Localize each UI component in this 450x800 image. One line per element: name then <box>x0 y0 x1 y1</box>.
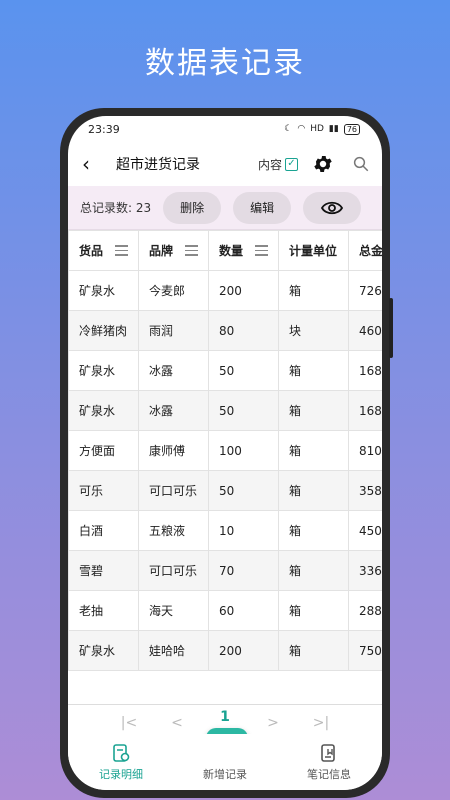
status-time: 23:39 <box>88 122 120 136</box>
content-checkbox[interactable]: ✓ <box>285 157 298 171</box>
promo-title: 数据表记录 <box>145 46 305 81</box>
page-title: 超市进货记录 <box>116 157 200 173</box>
record-count: 总记录数: 23 <box>80 201 152 215</box>
column-header[interactable]: 数量 <box>208 230 279 271</box>
column-menu-icon[interactable] <box>255 245 268 259</box>
wifi-icon: ◠ <box>297 124 306 134</box>
records-icon <box>113 744 130 762</box>
phone-frame: 23:39 ☾ ◠ HD ▮▮ 76 ‹ 超市进货记录 内容 ✓ 总记录数: 2… <box>60 108 393 798</box>
table-row[interactable]: 白酒 五粮液 10 箱 450 <box>68 510 382 551</box>
data-table: 货品 品牌 数量 计量单位 总金 矿泉水 今麦郎 200 箱 726 冷鲜猪肉 雨润 80 块… <box>68 230 382 671</box>
column-header[interactable]: 计量单位 <box>278 230 349 271</box>
settings-gear-icon[interactable] <box>312 153 334 175</box>
notes-icon <box>321 744 335 762</box>
last-page-button[interactable]: >| <box>297 715 345 731</box>
nav-notes[interactable]: 笔记信息 <box>294 743 364 782</box>
table-header-row: 货品 品牌 数量 计量单位 总金 <box>68 230 382 271</box>
data-table-container: 货品 品牌 数量 计量单位 总金 矿泉水 今麦郎 200 箱 726 冷鲜猪肉 雨润 80 块… <box>68 230 382 685</box>
nav-records[interactable]: 记录明细 <box>86 743 156 782</box>
back-arrow-icon[interactable]: ‹ <box>82 152 104 176</box>
table-row[interactable]: 矿泉水 冰露 50 箱 168 <box>68 390 382 431</box>
content-toggle[interactable]: 内容 ✓ <box>258 156 298 173</box>
next-page-button[interactable]: > <box>249 715 297 731</box>
table-row[interactable]: 矿泉水 娃哈哈 200 箱 750 <box>68 630 382 671</box>
bottom-nav: 记录明细 新增记录 笔记信息 <box>68 734 382 790</box>
column-header[interactable]: 总金 <box>348 230 382 271</box>
status-icons: ☾ ◠ HD ▮▮ 76 <box>284 123 360 135</box>
content-label: 内容 <box>257 157 282 172</box>
column-header[interactable]: 品牌 <box>138 230 209 271</box>
first-page-button[interactable]: |< <box>105 715 153 731</box>
view-button[interactable] <box>303 191 362 224</box>
status-bar: 23:39 ☾ ◠ HD ▮▮ 76 <box>68 116 382 142</box>
column-menu-icon[interactable] <box>185 245 198 259</box>
eye-icon <box>321 201 344 214</box>
table-row[interactable]: 冷鲜猪肉 雨润 80 块 460 <box>68 310 382 351</box>
nav-add-label: 新增记录 <box>203 768 247 781</box>
delete-button[interactable]: 删除 <box>163 191 222 224</box>
column-menu-icon[interactable] <box>115 245 128 259</box>
signal-icon: ▮▮ <box>328 124 339 134</box>
column-header[interactable]: 货品 <box>68 230 139 271</box>
battery-icon: 76 <box>343 123 360 135</box>
nav-add[interactable]: 新增记录 <box>190 766 260 782</box>
hd-signal-icon: HD <box>310 124 324 134</box>
table-row[interactable]: 矿泉水 今麦郎 200 箱 726 <box>68 270 382 311</box>
nav-notes-label: 笔记信息 <box>307 768 351 781</box>
search-icon[interactable] <box>352 155 370 173</box>
nav-records-label: 记录明细 <box>99 768 143 781</box>
app-screen: 23:39 ☾ ◠ HD ▮▮ 76 ‹ 超市进货记录 内容 ✓ 总记录数: 2… <box>68 116 382 790</box>
table-row[interactable]: 老抽 海天 60 箱 288 <box>68 590 382 631</box>
table-row[interactable]: 方便面 康师傅 100 箱 810 <box>68 430 382 471</box>
table-row[interactable]: 矿泉水 冰露 50 箱 168 <box>68 350 382 391</box>
table-row[interactable]: 可乐 可口可乐 50 箱 358 <box>68 470 382 511</box>
edit-button[interactable]: 编辑 <box>233 191 292 224</box>
current-page[interactable]: 1 <box>201 709 249 725</box>
moon-icon: ☾ <box>284 124 293 134</box>
table-row[interactable]: 雪碧 可口可乐 70 箱 336 <box>68 550 382 591</box>
prev-page-button[interactable]: < <box>153 715 201 731</box>
record-toolbar: 总记录数: 23 删除 编辑 <box>68 186 382 230</box>
app-bar: ‹ 超市进货记录 内容 ✓ <box>68 142 382 186</box>
